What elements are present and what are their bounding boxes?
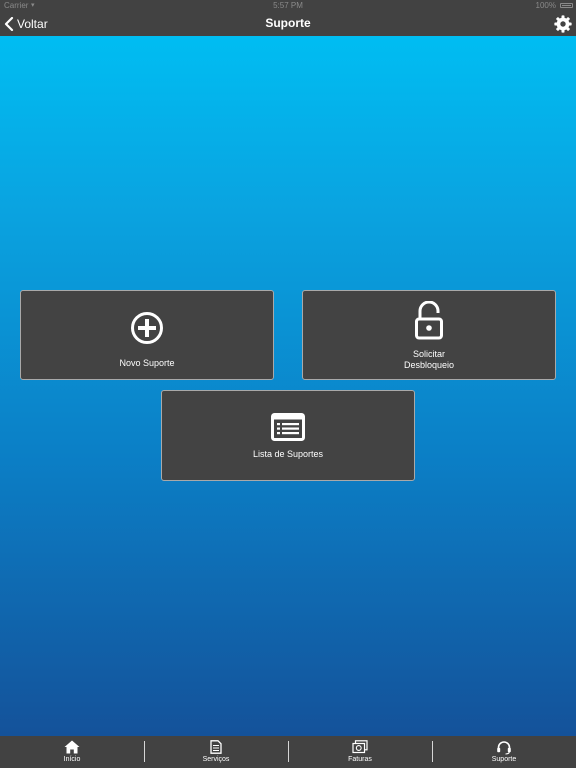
battery-percent: 100% [535, 1, 556, 10]
request-unlock-label-line2: Desbloqueio [403, 360, 455, 370]
navigation-bar: Voltar Suporte [0, 11, 576, 36]
tab-support[interactable]: Suporte [432, 736, 576, 768]
money-icon [352, 740, 368, 754]
new-support-label: Novo Suporte [119, 358, 175, 368]
tab-invoices-label: Faturas [348, 756, 372, 763]
request-unlock-card[interactable]: Solicitar Desbloqueio [302, 290, 556, 380]
tab-services-label: Serviços [202, 756, 230, 763]
back-label: Voltar [17, 16, 48, 31]
gear-icon[interactable] [554, 15, 572, 33]
home-icon [64, 740, 80, 754]
support-list-card[interactable]: Lista de Suportes [161, 390, 415, 481]
back-button[interactable]: Voltar [4, 11, 48, 36]
tab-home-label: Início [63, 756, 81, 763]
headset-icon [497, 741, 511, 755]
tab-services[interactable]: Serviços [144, 736, 288, 768]
unlock-icon [415, 301, 443, 340]
battery-icon [560, 3, 573, 8]
list-icon [271, 413, 305, 441]
main-content: Novo Suporte Solicitar Desbloqueio Lista… [0, 36, 576, 736]
tab-bar: Início Serviços Faturas Suporte [0, 736, 576, 768]
support-list-label: Lista de Suportes [252, 449, 324, 459]
status-time: 5:57 PM [273, 1, 303, 10]
plus-circle-icon [131, 312, 163, 344]
request-unlock-label-line1: Solicitar [412, 349, 445, 359]
tab-support-label: Suporte [491, 756, 517, 763]
tab-invoices[interactable]: Faturas [288, 736, 432, 768]
document-icon [210, 740, 222, 754]
chevron-left-icon [4, 16, 14, 31]
status-bar: Carrier ▾ 5:57 PM 100% [0, 0, 576, 11]
page-title: Suporte [265, 16, 311, 30]
new-support-card[interactable]: Novo Suporte [20, 290, 274, 380]
tab-home[interactable]: Início [0, 736, 144, 768]
